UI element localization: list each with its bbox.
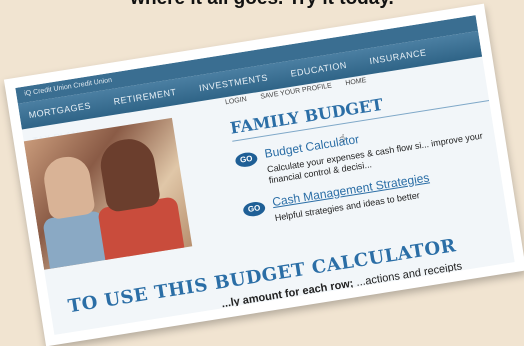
photo-frame: iQ Credit Union Credit Union MORTGAGES R… xyxy=(3,3,524,346)
hero-image xyxy=(23,117,193,270)
go-button-cash-management[interactable]: GO xyxy=(242,200,267,218)
hero-child-head xyxy=(41,153,96,221)
go-button-budget-calculator[interactable]: GO xyxy=(234,151,259,169)
hero-parent-head xyxy=(97,135,162,214)
browser-screen: iQ Credit Union Credit Union MORTGAGES R… xyxy=(15,15,515,335)
login-link[interactable]: LOGIN xyxy=(225,96,248,106)
caption-text: where it all goes. Try it today. xyxy=(0,0,524,10)
home-link[interactable]: HOME xyxy=(345,77,367,87)
